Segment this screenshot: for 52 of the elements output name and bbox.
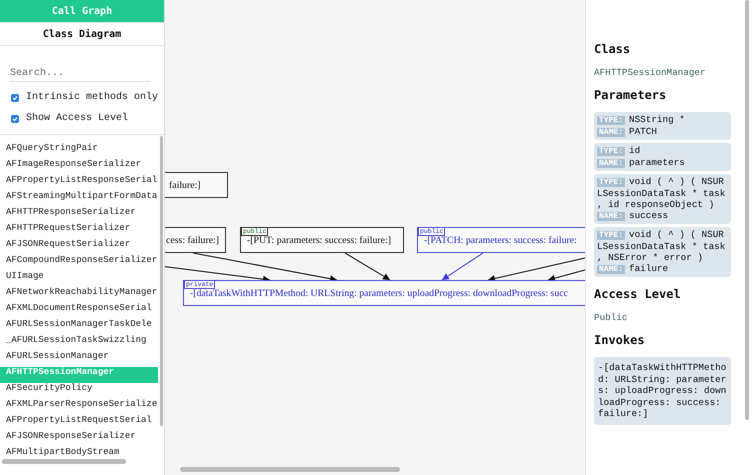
scrollbar[interactable] (745, 0, 749, 420)
parameter-type: TYPE: NSString * (597, 114, 686, 126)
class-item[interactable]: _AFURLSessionTaskSwizzling (0, 335, 158, 351)
class-item[interactable]: UIImage (0, 271, 158, 287)
class-item[interactable]: AFImageResponseSerializer (0, 159, 158, 175)
option-label: Intrinsic methods only (26, 92, 158, 103)
class-item[interactable]: AFJSONResponseSerializer (0, 431, 158, 447)
section-heading: Class (594, 42, 632, 56)
class-item[interactable]: AFHTTPResponseSerializer (0, 207, 158, 223)
method-text: failure:] (169, 180, 201, 191)
parameter-name: NAME: failure (597, 263, 670, 275)
class-item[interactable]: AFURLSessionManager (0, 351, 158, 367)
checkbox[interactable] (11, 114, 19, 122)
class-item[interactable]: AFStreamingMultipartFormData (0, 191, 158, 207)
class-item[interactable]: AFQueryStringPair (0, 143, 158, 159)
class-item[interactable]: AFXMLDocumentResponseSerial (0, 303, 158, 319)
invoked-method[interactable]: -[dataTaskWithHTTPMethod: URLString: parameters: uploadProgress: downloadProgress: success: failure:] (594, 357, 731, 424)
checkbox[interactable] (11, 94, 19, 102)
class-item[interactable]: AFMultipartBodyStream (0, 447, 158, 463)
search-field[interactable]: Search... (10, 66, 150, 82)
arrow (344, 252, 390, 280)
class-item[interactable]: AFHTTPRequestSerializer (0, 223, 158, 239)
parameter-type: TYPE: void ( ^ ) ( NSURLSessionDataTask * task , id responseObject ) (597, 176, 726, 210)
parameter-type: TYPE: void ( ^ ) ( NSURLSessionDataTask * task , NSError * error ) (597, 229, 726, 263)
class-item[interactable]: AFXMLParserResponseSerialize (0, 399, 158, 415)
class-item[interactable]: AFSecurityPolicy (0, 383, 158, 399)
class-item[interactable]: AFJSONRequestSerializer (0, 239, 158, 255)
class-item[interactable]: AFURLSessionManagerTaskDele (0, 319, 158, 335)
method-node[interactable]: failure:] (165, 172, 228, 198)
method-node[interactable]: cess: failure:] (165, 227, 226, 253)
scrollbar[interactable] (2, 459, 126, 464)
parameter-name: NAME: PATCH (597, 126, 658, 138)
scrollbar[interactable] (160, 136, 163, 426)
class-item[interactable]: AFPropertyListResponseSerial (0, 175, 158, 191)
parameter-name: NAME: success (597, 210, 670, 222)
parameter-type: TYPE: id (597, 145, 642, 157)
method-text: -[PUT: parameters: success: failure:] (247, 235, 391, 246)
option-label: Show Access Level (26, 113, 128, 124)
section-heading: Access Level (594, 287, 682, 301)
parameter-name: NAME: parameters (597, 157, 686, 169)
method-text: cess: failure:] (166, 235, 220, 246)
method-text: -[dataTaskWithHTTPMethod: URLString: parameters: uploadProgress: downloadProgress: succ (190, 288, 568, 299)
arrow (442, 252, 484, 280)
scrollbar[interactable] (180, 467, 400, 472)
class-item[interactable]: AFPropertyListRequestSerial (0, 415, 158, 431)
class-item[interactable]: AFCompoundResponseSerializer (0, 255, 158, 271)
section-heading: Parameters (594, 88, 668, 102)
section-heading: Invokes (594, 333, 646, 347)
class-name: AFHTTPSessionManager (594, 67, 707, 78)
access-level: Public (594, 312, 628, 323)
method-text: -[PATCH: parameters: success: failure: (424, 235, 577, 246)
class-item[interactable]: AFNetworkReachabilityManager (0, 287, 158, 303)
